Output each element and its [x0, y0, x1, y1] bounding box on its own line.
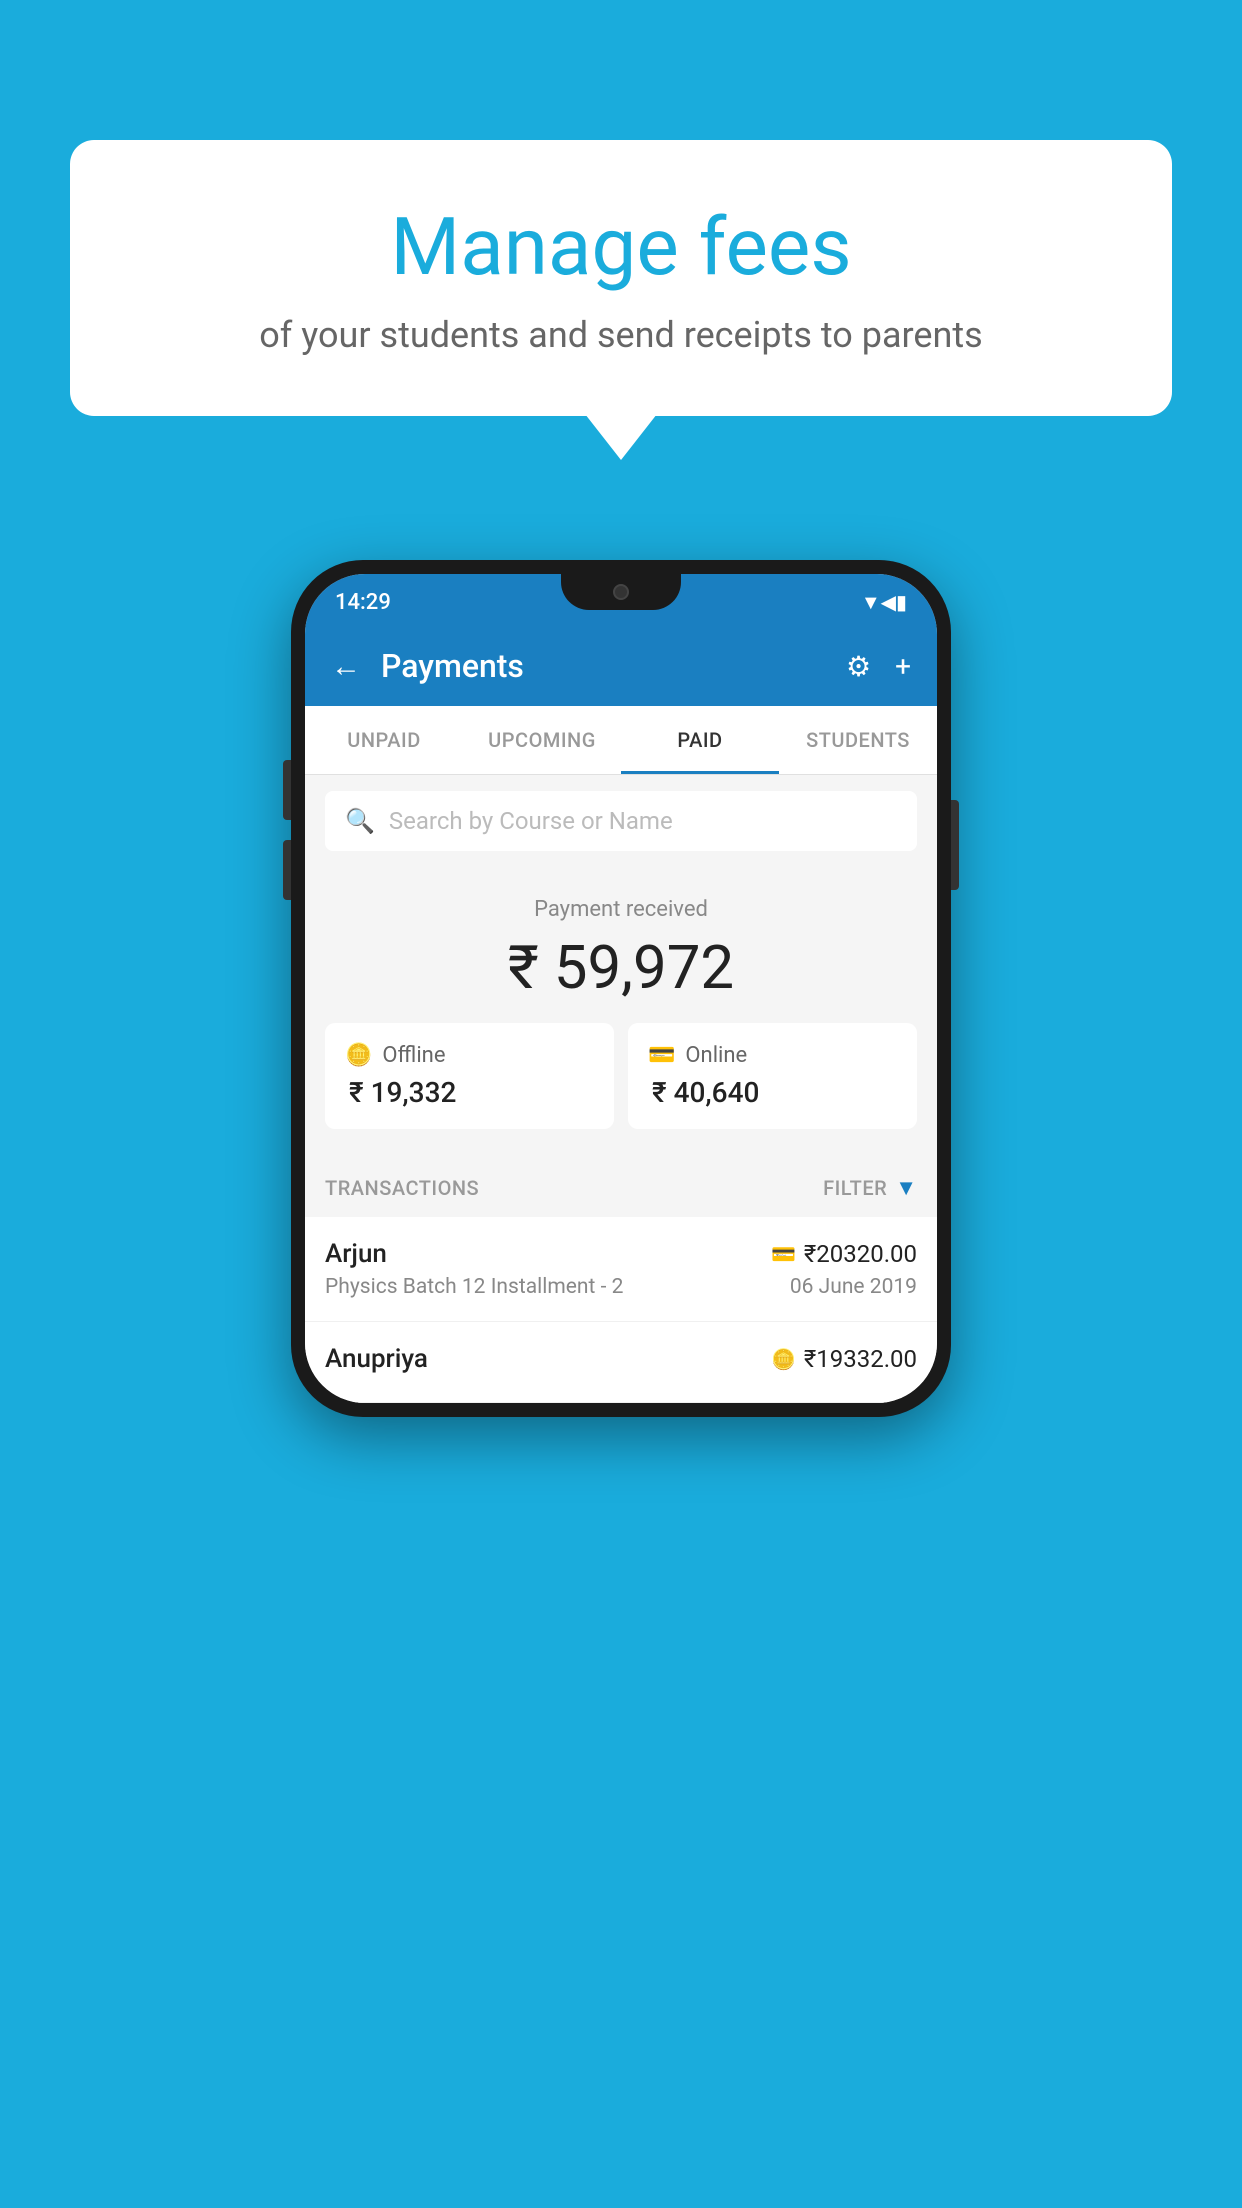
tab-unpaid[interactable]: UNPAID	[305, 706, 463, 774]
online-amount: ₹ 40,640	[648, 1076, 759, 1109]
payment-label: Payment received	[325, 897, 917, 922]
transaction-name-2: Anupriya	[325, 1344, 428, 1374]
offline-icon: 🪙	[345, 1043, 372, 1068]
camera	[613, 584, 629, 600]
transaction-row[interactable]: Arjun 💳 ₹20320.00 Physics Batch 12 Insta…	[305, 1217, 937, 1322]
offline-label: Offline	[382, 1043, 445, 1068]
speech-bubble-container: Manage fees of your students and send re…	[70, 140, 1172, 416]
transaction-row-2[interactable]: Anupriya 🪙 ₹19332.00	[305, 1322, 937, 1403]
bubble-subtitle: of your students and send receipts to pa…	[150, 314, 1092, 356]
transaction-name-1: Arjun	[325, 1239, 387, 1269]
offline-amount: ₹ 19,332	[345, 1076, 456, 1109]
online-card: 💳 Online ₹ 40,640	[628, 1023, 917, 1129]
back-button[interactable]: ←	[331, 649, 361, 684]
status-time: 14:29	[335, 590, 391, 615]
search-container: 🔍 Search by Course or Name	[305, 775, 937, 867]
bubble-title: Manage fees	[150, 200, 1092, 294]
payment-total-amount: ₹ 59,972	[325, 932, 917, 1003]
transactions-header: TRANSACTIONS FILTER ▼	[305, 1159, 937, 1217]
search-icon: 🔍	[345, 807, 375, 835]
filter-label: FILTER	[823, 1176, 887, 1200]
volume-button-2	[283, 840, 291, 900]
transaction-top-2: Anupriya 🪙 ₹19332.00	[325, 1344, 917, 1374]
transaction-course-1: Physics Batch 12 Installment - 2	[325, 1275, 623, 1299]
transaction-amount-1: ₹20320.00	[804, 1240, 917, 1268]
speech-bubble: Manage fees of your students and send re…	[70, 140, 1172, 416]
phone-notch	[561, 574, 681, 610]
online-label: Online	[685, 1043, 747, 1068]
power-button	[951, 800, 959, 890]
settings-icon[interactable]: ⚙	[846, 650, 871, 683]
header-left: ← Payments	[331, 647, 524, 685]
offline-payment-icon-2: 🪙	[771, 1347, 796, 1371]
transaction-date-1: 06 June 2019	[790, 1275, 917, 1299]
tab-paid[interactable]: PAID	[621, 706, 779, 774]
header-title: Payments	[381, 647, 524, 685]
transactions-label: TRANSACTIONS	[325, 1176, 479, 1200]
transaction-bottom-1: Physics Batch 12 Installment - 2 06 June…	[325, 1275, 917, 1299]
phone-mockup: 14:29 ▼◀▮ ← Payments ⚙ + UNPAID UPCO	[291, 560, 951, 1417]
transaction-amount-2: ₹19332.00	[804, 1345, 917, 1373]
phone-outer: 14:29 ▼◀▮ ← Payments ⚙ + UNPAID UPCO	[291, 560, 951, 1417]
phone-screen: 14:29 ▼◀▮ ← Payments ⚙ + UNPAID UPCO	[305, 574, 937, 1403]
search-bar[interactable]: 🔍 Search by Course or Name	[325, 791, 917, 851]
transaction-top-1: Arjun 💳 ₹20320.00	[325, 1239, 917, 1269]
app-header: ← Payments ⚙ +	[305, 626, 937, 706]
filter-container[interactable]: FILTER ▼	[823, 1175, 917, 1201]
header-right: ⚙ +	[846, 650, 911, 683]
filter-icon: ▼	[895, 1175, 917, 1201]
transaction-amount-container-2: 🪙 ₹19332.00	[771, 1345, 917, 1373]
wifi-icon: ▼◀▮	[861, 590, 907, 615]
offline-card: 🪙 Offline ₹ 19,332	[325, 1023, 614, 1129]
tab-upcoming[interactable]: UPCOMING	[463, 706, 621, 774]
status-icons: ▼◀▮	[861, 590, 907, 615]
offline-card-header: 🪙 Offline	[345, 1043, 445, 1068]
payment-cards: 🪙 Offline ₹ 19,332 💳 Online ₹ 40,640	[325, 1023, 917, 1129]
tabs-container: UNPAID UPCOMING PAID STUDENTS	[305, 706, 937, 775]
online-card-header: 💳 Online	[648, 1043, 747, 1068]
payment-received-section: Payment received ₹ 59,972 🪙 Offline ₹ 19…	[305, 867, 937, 1159]
online-icon: 💳	[648, 1043, 675, 1068]
tab-students[interactable]: STUDENTS	[779, 706, 937, 774]
online-payment-icon-1: 💳	[771, 1242, 796, 1266]
volume-button-1	[283, 760, 291, 820]
search-placeholder: Search by Course or Name	[389, 807, 673, 835]
transaction-amount-container-1: 💳 ₹20320.00	[771, 1240, 917, 1268]
add-icon[interactable]: +	[895, 650, 911, 683]
